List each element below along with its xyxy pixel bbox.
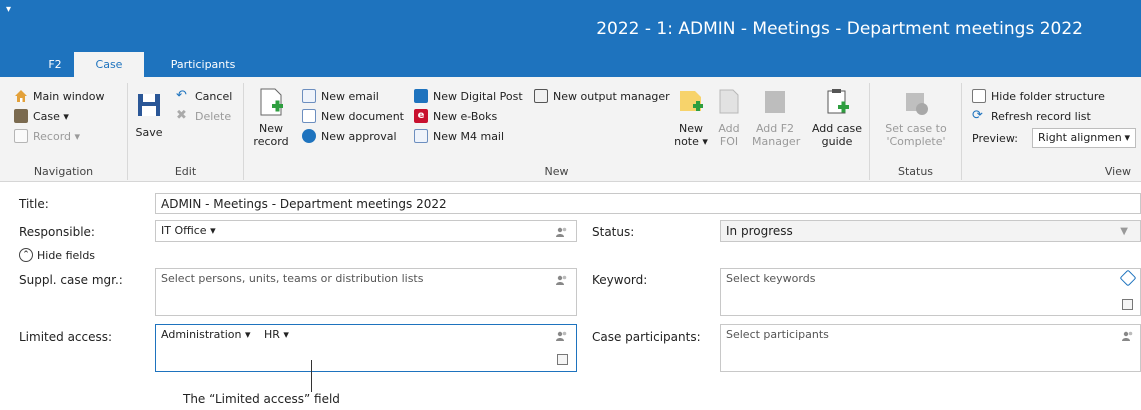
new-output-manager-button[interactable]: New output manager [534, 87, 670, 105]
refresh-record-list-button[interactable]: ⟳ Refresh record list [972, 107, 1091, 125]
new-email-button[interactable]: New email [302, 87, 379, 105]
responsible-value: IT Office ▾ [161, 224, 216, 237]
status-value: In progress [726, 224, 793, 238]
foi-icon [715, 87, 743, 119]
new-record-button[interactable]: New record [252, 87, 290, 148]
document-icon [302, 109, 316, 123]
f2-manager-icon [761, 87, 789, 119]
group-view: Hide folder structure ⟳ Refresh record li… [962, 83, 1141, 180]
approval-icon [302, 129, 316, 143]
limited-access-value[interactable]: Administration ▾ [161, 328, 251, 341]
expand-field-icon[interactable] [1122, 299, 1133, 310]
undo-icon: ↶ [176, 88, 187, 103]
new-note-button[interactable]: New note ▾ [674, 87, 708, 148]
tab-case[interactable]: Case [74, 52, 144, 77]
keyword-field[interactable]: Select keywords [720, 268, 1141, 316]
case-icon [14, 109, 28, 123]
m4-mail-icon [414, 129, 428, 143]
title-label: Title: [19, 197, 49, 211]
preview-select[interactable]: Right alignmen ▾ [1032, 128, 1136, 148]
collapse-up-icon: ⌃ [19, 248, 33, 262]
case-participants-label: Case participants: [592, 330, 701, 344]
output-manager-icon [534, 89, 548, 103]
add-case-guide-button[interactable]: Add case guide [810, 87, 864, 148]
delete-button[interactable]: ✖ Delete [176, 107, 231, 125]
digital-post-icon [414, 89, 428, 103]
ribbon: Main window Case ▾ Record ▾ Navigation S… [0, 77, 1141, 182]
group-edit: Save ↶ Cancel ✖ Delete Edit [128, 83, 244, 180]
group-label-view: View [1104, 165, 1131, 178]
limited-access-label: Limited access: [19, 330, 113, 344]
complete-status-icon [902, 87, 930, 119]
callout-line [311, 360, 312, 392]
new-digital-post-button[interactable]: New Digital Post [414, 87, 523, 105]
limited-access-field[interactable]: Administration ▾ HR ▾ [155, 324, 577, 372]
folder-structure-icon [972, 89, 986, 103]
new-document-button[interactable]: New document [302, 107, 404, 125]
group-label-new: New [544, 165, 569, 178]
status-dropdown-icon: ▼ [1120, 226, 1128, 237]
group-navigation: Main window Case ▾ Record ▾ Navigation [0, 83, 128, 180]
limited-access-value[interactable]: HR ▾ [264, 328, 289, 341]
new-record-icon [257, 87, 285, 119]
suppl-case-mgr-field[interactable]: Select persons, units, teams or distribu… [155, 268, 577, 316]
people-picker-icon[interactable] [556, 330, 568, 341]
group-label-edit: Edit [174, 165, 197, 178]
group-new: New record New email New document New ap… [244, 83, 870, 180]
group-label-navigation: Navigation [33, 165, 94, 178]
home-icon [14, 89, 28, 103]
delete-icon: ✖ [176, 108, 187, 123]
add-foi-button[interactable]: Add FOI [714, 87, 744, 148]
responsible-field[interactable]: IT Office ▾ [155, 220, 577, 242]
new-eboks-button[interactable]: e New e-Boks [414, 107, 497, 125]
save-icon [135, 91, 163, 123]
set-complete-button[interactable]: Set case to 'Complete' [876, 87, 956, 148]
record-icon [14, 129, 28, 143]
eboks-icon: e [414, 109, 428, 123]
new-approval-button[interactable]: New approval [302, 127, 397, 145]
people-picker-icon[interactable] [1122, 330, 1134, 341]
hide-fields-label: Hide fields [37, 248, 96, 262]
status-select[interactable]: In progress ▼ [720, 220, 1141, 242]
save-button[interactable]: Save [134, 91, 164, 139]
tab-participants[interactable]: Participants [160, 52, 246, 77]
title-bar: ▾ 2022 - 1: ADMIN - Meetings - Departmen… [0, 0, 1141, 86]
main-window-button[interactable]: Main window [14, 87, 105, 105]
group-status: Set case to 'Complete' Status [870, 83, 962, 180]
expand-field-icon[interactable] [557, 354, 568, 365]
new-m4-mail-button[interactable]: New M4 mail [414, 127, 504, 145]
title-field[interactable]: ADMIN - Meetings - Department meetings 2… [155, 193, 1141, 214]
suppl-case-mgr-label: Suppl. case mgr.: [19, 273, 123, 287]
hide-fields-toggle[interactable]: ⌃ Hide fields [19, 248, 95, 262]
hide-folder-structure-button[interactable]: Hide folder structure [972, 87, 1105, 105]
status-label: Status: [592, 225, 635, 239]
people-picker-icon[interactable] [556, 226, 568, 237]
responsible-label: Responsible: [19, 225, 95, 239]
quick-access-toolbar-icon[interactable]: ▾ [6, 4, 11, 15]
note-icon [677, 87, 705, 119]
cancel-button[interactable]: ↶ Cancel [176, 87, 232, 105]
group-label-status: Status [897, 165, 934, 178]
record-menu-button[interactable]: Record ▾ [14, 127, 80, 145]
chevron-down-icon: ▾ [1124, 131, 1130, 144]
keyword-label: Keyword: [592, 273, 648, 287]
people-picker-icon[interactable] [556, 274, 568, 285]
preview-label: Preview: [972, 131, 1018, 145]
refresh-icon: ⟳ [972, 108, 983, 123]
callout-text: The “Limited access” field [183, 392, 340, 406]
case-guide-icon [823, 87, 851, 119]
add-f2-manager-button[interactable]: Add F2 Manager [752, 87, 800, 148]
email-icon [302, 89, 316, 103]
window-title: 2022 - 1: ADMIN - Meetings - Department … [596, 19, 1083, 39]
case-menu-button[interactable]: Case ▾ [14, 107, 69, 125]
case-participants-field[interactable]: Select participants [720, 324, 1141, 372]
tab-f2[interactable]: F2 [36, 52, 74, 77]
